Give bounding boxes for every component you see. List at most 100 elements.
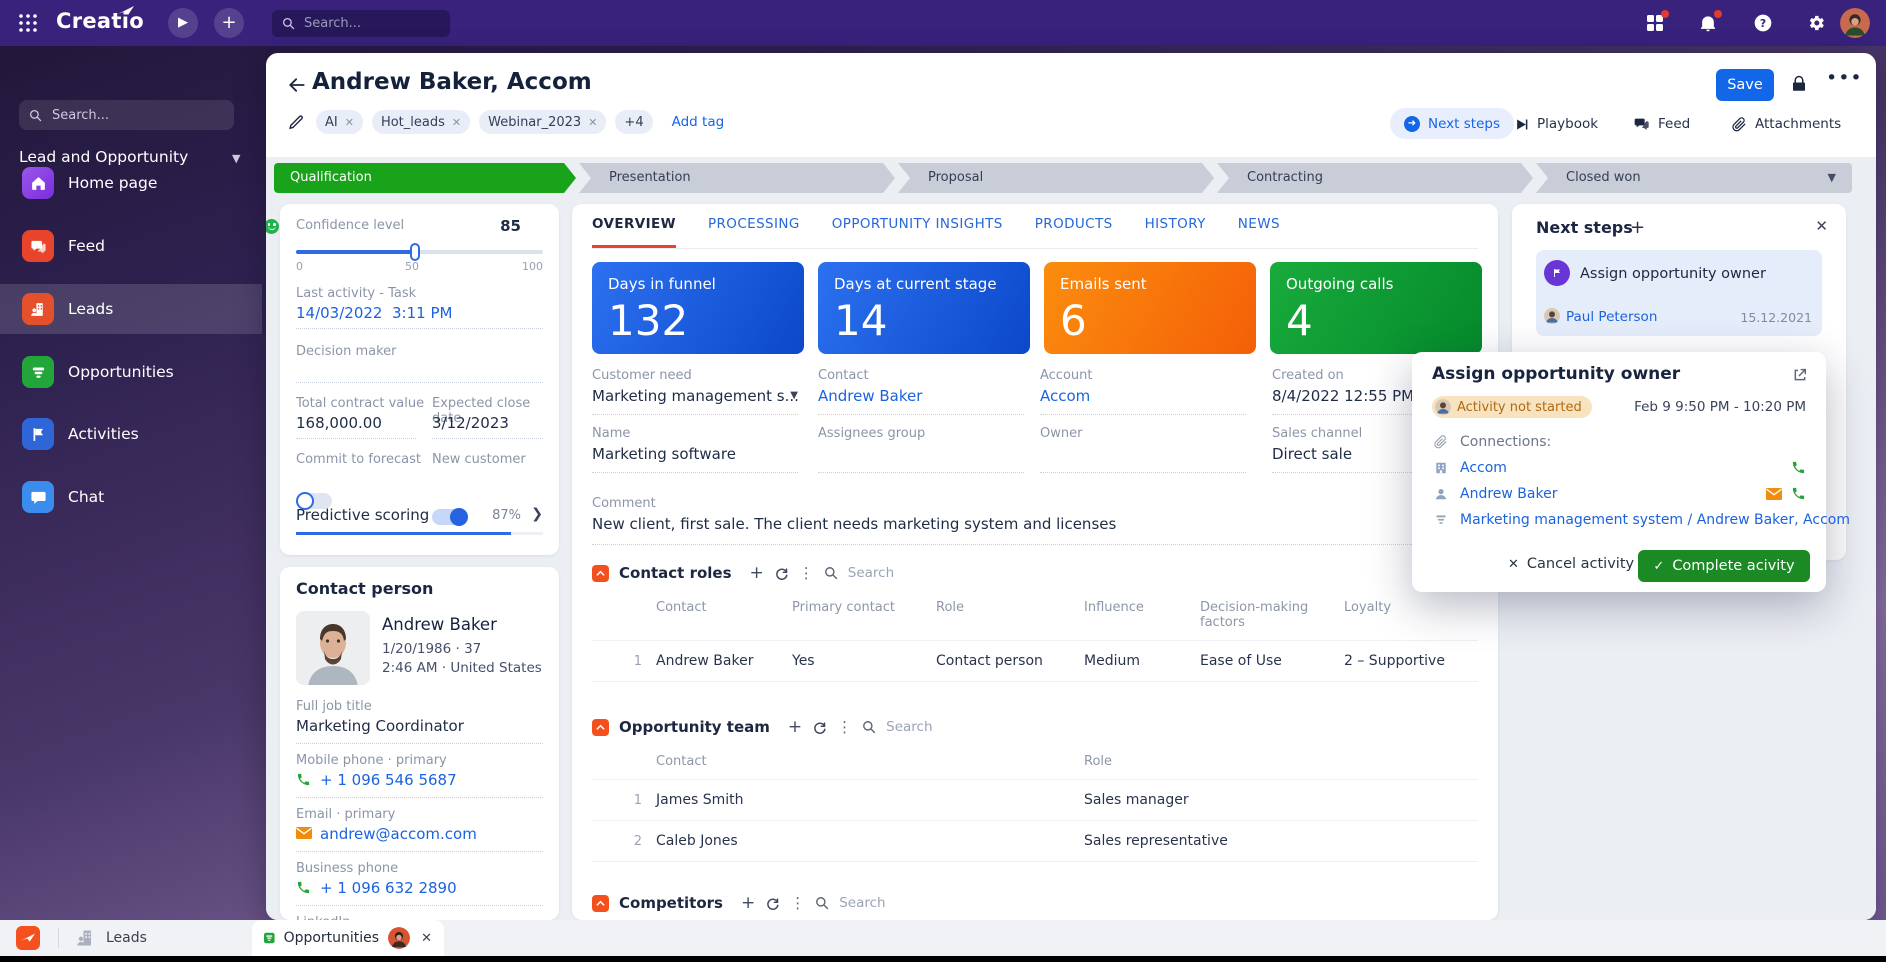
sidebar-search-input[interactable] [50,107,204,124]
tag-pill[interactable]: Hot_leads✕ [372,110,470,134]
job-title-value[interactable]: Marketing Coordinator [296,717,464,735]
taskbar-tab-leads[interactable]: Leads [76,920,147,956]
chevron-down-icon[interactable]: ▼ [1828,163,1836,193]
add-icon[interactable]: + [750,565,764,582]
back-button[interactable] [287,75,307,95]
add-icon[interactable]: + [788,719,802,736]
stage-proposal[interactable]: Proposal [898,163,1214,193]
stage-contracting[interactable]: Contracting [1217,163,1533,193]
app-menu-icon[interactable] [18,13,38,33]
account-link[interactable]: Accom [1460,460,1507,476]
cell-contact[interactable]: James Smith [656,780,1084,820]
kebab-menu-icon[interactable]: ⋮ [837,720,852,735]
more-tags-pill[interactable]: +4 [615,110,652,134]
global-search-input[interactable] [302,15,426,32]
add-step-button[interactable]: + [1630,217,1645,238]
email-value[interactable]: andrew@accom.com [320,825,477,843]
tab-products[interactable]: PRODUCTS [1035,216,1113,248]
search-icon[interactable] [824,566,838,580]
col-loyalty[interactable]: Loyalty [1344,594,1478,640]
remove-tag-icon[interactable]: ✕ [588,116,597,129]
global-search[interactable] [272,10,450,37]
last-activity-date[interactable]: 14/03/2022 [296,304,382,322]
search-icon[interactable] [862,720,876,734]
user-avatar[interactable] [1840,8,1870,38]
cancel-activity-button[interactable]: ✕ Cancel activity [1508,556,1634,572]
field-value[interactable]: Accom [1040,387,1246,405]
opportunity-link[interactable]: Marketing management system / Andrew Bak… [1460,512,1850,528]
feed-button[interactable]: Feed [1634,109,1690,139]
chevron-down-icon[interactable]: ▼ [790,390,798,401]
attachments-button[interactable]: Attachments [1732,109,1841,139]
remove-tag-icon[interactable]: ✕ [345,116,354,129]
lock-icon[interactable] [1790,74,1808,94]
workspace-selector[interactable]: Lead and Opportunity [19,148,188,166]
col-primary-contact[interactable]: Primary contact [792,594,936,640]
section-search[interactable]: Search [839,895,885,911]
kebab-menu-icon[interactable]: ⋮ [799,566,814,581]
complete-activity-button[interactable]: ✓ Complete acivity [1638,550,1810,582]
sidebar-search[interactable] [19,100,234,130]
taskbar-tab-opportunities[interactable]: Opportunities ✕ [252,920,444,956]
mobile-phone-value[interactable]: + 1 096 546 5687 [320,771,457,789]
contact-link[interactable]: Andrew Baker [1460,486,1557,502]
stage-presentation[interactable]: Presentation [579,163,895,193]
apps-launcher-icon[interactable] [1645,13,1665,33]
run-process-button[interactable]: ▶ [168,8,198,38]
close-tab-icon[interactable]: ✕ [421,931,432,946]
email-icon[interactable] [1766,488,1782,500]
refresh-icon[interactable] [812,720,827,735]
cell-contact[interactable]: Andrew Baker [656,641,792,681]
tab-processing[interactable]: PROCESSING [708,216,800,248]
field-value[interactable]: Andrew Baker [818,387,1024,405]
field-comment[interactable]: Comment New client, first sale. The clie… [592,496,1478,533]
stage-qualification[interactable]: Qualification [274,163,576,193]
next-step-card[interactable]: Assign opportunity owner Paul Peterson 1… [1536,250,1822,336]
field-value[interactable]: New client, first sale. The client needs… [592,515,1478,533]
field-account[interactable]: Account Accom [1040,368,1246,405]
field-name[interactable]: Name Marketing software [592,426,798,463]
step-title[interactable]: Assign opportunity owner [1580,266,1766,282]
col-contact[interactable]: Contact [656,748,1084,779]
refresh-icon[interactable] [765,896,780,911]
last-activity-time[interactable]: 3:11 PM [392,304,452,322]
field-assignees-group[interactable]: Assignees group [818,426,1024,441]
add-icon[interactable]: + [741,895,755,912]
section-search[interactable]: Search [886,719,932,735]
sidebar-item-opportunities[interactable]: Opportunities [22,356,252,388]
sidebar-item-feed[interactable]: Feed [22,230,252,262]
stage-closed-won[interactable]: Closed won▼ [1536,163,1852,193]
notifications-bell-icon[interactable] [1698,13,1718,33]
total-contract-value[interactable]: 168,000.00 [296,414,382,432]
cell-contact[interactable]: Caleb Jones [656,821,1084,861]
call-icon[interactable] [1791,486,1806,501]
sidebar-item-activities[interactable]: Activities [22,418,252,450]
help-icon[interactable]: ? [1753,13,1773,33]
col-role[interactable]: Role [936,594,1084,640]
tag-pill[interactable]: AI✕ [316,110,363,134]
new-customer-toggle[interactable] [432,509,468,525]
more-actions-button[interactable]: ••• [1826,67,1863,89]
col-decision-factors[interactable]: Decision-making factors [1200,594,1344,640]
field-value[interactable]: Marketing software [592,445,798,463]
edit-tags-pencil-icon[interactable] [288,114,305,131]
next-steps-toggle-button[interactable]: ➜ Next steps [1390,108,1514,139]
expected-close-value[interactable]: 3/12/2023 [432,414,509,432]
field-value[interactable]: Marketing management s... [592,387,798,405]
tag-pill[interactable]: Webinar_2023✕ [479,110,606,134]
contact-name[interactable]: Andrew Baker [382,615,497,634]
remove-tag-icon[interactable]: ✕ [452,116,461,129]
field-contact[interactable]: Contact Andrew Baker [818,368,1024,405]
confidence-slider[interactable] [296,250,543,254]
close-icon[interactable]: ✕ [1815,217,1828,235]
contact-photo[interactable] [296,611,370,685]
save-button[interactable]: Save [1716,69,1774,101]
section-search[interactable]: Search [848,565,894,581]
slider-handle[interactable] [410,243,420,261]
settings-gear-icon[interactable] [1806,13,1826,33]
status-badge[interactable]: Activity not started [1432,396,1592,418]
creatio-taskbar-logo[interactable] [16,926,40,950]
tab-opportunity-insights[interactable]: OPPORTUNITY INSIGHTS [832,216,1003,248]
collapse-icon[interactable] [592,565,609,582]
tab-overview[interactable]: OVERVIEW [592,216,676,248]
